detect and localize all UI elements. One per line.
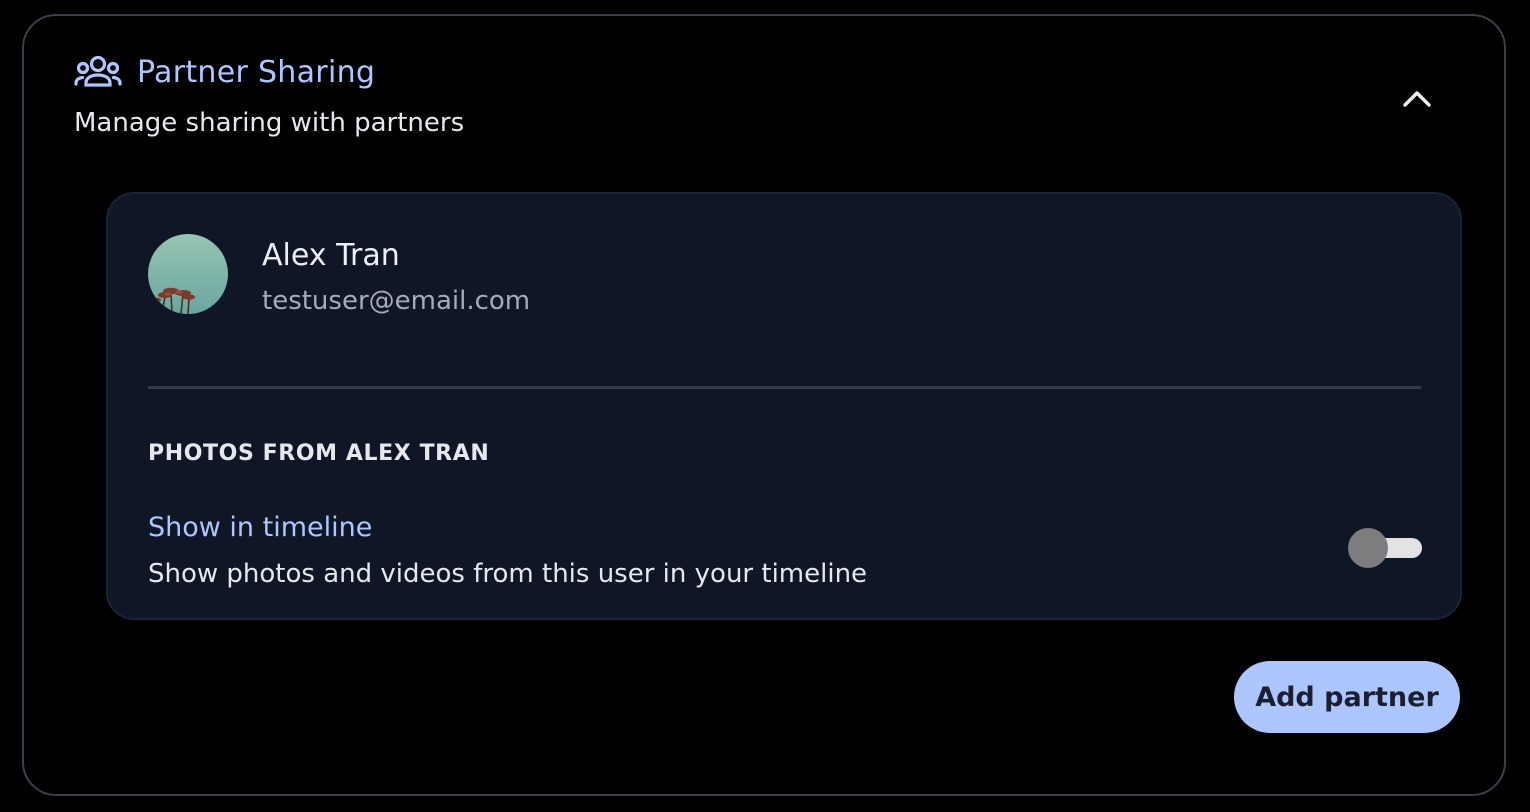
toggle-thumb (1348, 528, 1388, 568)
photos-section-heading: PHOTOS FROM ALEX TRAN (148, 441, 490, 466)
users-icon (74, 55, 122, 87)
section-header: Partner Sharing (73, 52, 375, 92)
avatar (148, 234, 228, 314)
section-title: Partner Sharing (137, 54, 376, 90)
partner-name: Alex Tran (262, 238, 400, 273)
timeline-setting-label: Show in timeline (148, 512, 373, 543)
collapse-button[interactable] (1392, 76, 1442, 120)
add-partner-button[interactable]: Add partner (1234, 661, 1460, 733)
partner-card: Alex Tran testuser@email.com PHOTOS FROM… (106, 192, 1462, 620)
chevron-up-icon (1403, 91, 1431, 107)
partner-email: testuser@email.com (262, 286, 531, 316)
show-in-timeline-toggle[interactable] (1348, 528, 1424, 568)
section-subtitle: Manage sharing with partners (74, 108, 465, 138)
divider (148, 386, 1421, 389)
partner-sharing-panel: Partner Sharing Manage sharing with part… (22, 14, 1506, 796)
timeline-setting-description: Show photos and videos from this user in… (148, 559, 868, 589)
avatar-image (148, 234, 228, 314)
